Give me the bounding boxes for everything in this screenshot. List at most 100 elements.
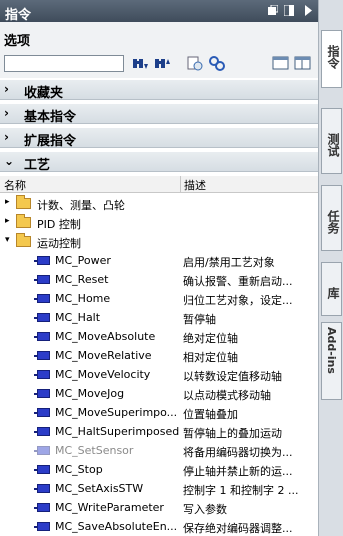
instruction-name: MC_Stop xyxy=(55,463,103,476)
instruction-row[interactable]: MC_SetSensor 将备用编码器切换为... xyxy=(0,441,318,460)
tab-tasks-label: 任务 xyxy=(326,210,340,234)
instruction-row[interactable]: MC_Stop 停止轴并禁止新的运... xyxy=(0,460,318,479)
instruction-row[interactable]: MC_MoveAbsolute 绝对定位轴 xyxy=(0,327,318,346)
instruction-desc: 绝对定位轴 xyxy=(183,332,238,345)
section-favorites-label: 收藏夹 xyxy=(24,86,64,101)
column-desc-header[interactable]: 描述 xyxy=(184,177,206,193)
function-block-icon xyxy=(34,427,50,436)
version-select-icon[interactable] xyxy=(186,55,204,72)
section-basic-instructions[interactable]: › 基本指令 xyxy=(0,104,318,125)
instruction-row[interactable]: MC_MoveVelocity 以转数设定值移动轴 xyxy=(0,365,318,384)
instruction-desc: 位置轴叠加 xyxy=(183,408,238,421)
expand-arrow-icon[interactable]: ▸ xyxy=(5,197,10,207)
folder-row[interactable]: ▸ 计数、测量、凸轮 xyxy=(0,194,318,213)
section-favorites[interactable]: › 收藏夹 xyxy=(0,80,318,101)
folder-row[interactable]: ▸ PID 控制 xyxy=(0,213,318,232)
panel-title: 指令 xyxy=(5,8,32,23)
instruction-desc: 暂停轴上的叠加运动 xyxy=(183,427,282,440)
search-up-icon[interactable] xyxy=(153,55,171,72)
search-down-icon[interactable] xyxy=(131,55,149,72)
tab-testing[interactable]: 测试 xyxy=(321,108,342,174)
instruction-name: MC_WriteParameter xyxy=(55,501,164,514)
instruction-desc: 保存绝对编码器调整... xyxy=(183,522,293,535)
function-block-icon xyxy=(34,351,50,360)
layout-toggle-icon[interactable] xyxy=(284,5,294,16)
options-pane: 选项 xyxy=(0,22,318,78)
instruction-row[interactable]: MC_Power 启用/禁用工艺对象 xyxy=(0,251,318,270)
function-block-icon xyxy=(34,332,50,341)
instruction-row[interactable]: MC_MoveSuperimpo... 位置轴叠加 xyxy=(0,403,318,422)
function-block-icon xyxy=(34,408,50,417)
view-list-icon[interactable] xyxy=(272,55,290,72)
instruction-desc: 写入参数 xyxy=(183,503,227,516)
function-block-icon xyxy=(34,313,50,322)
instruction-name: MC_Halt xyxy=(55,311,101,324)
instruction-name: MC_HaltSuperimposed xyxy=(55,425,179,438)
instruction-desc: 启用/禁用工艺对象 xyxy=(183,256,275,269)
instruction-name: MC_SetAxisSTW xyxy=(55,482,144,495)
tab-testing-label: 测试 xyxy=(326,133,340,157)
instruction-row[interactable]: MC_Reset 确认报警、重新启动... xyxy=(0,270,318,289)
instruction-name: MC_Power xyxy=(55,254,111,267)
instruction-desc: 以点动模式移动轴 xyxy=(183,389,271,402)
folder-open-icon xyxy=(16,233,31,247)
function-block-icon xyxy=(34,503,50,512)
column-name-header[interactable]: 名称 xyxy=(4,177,26,193)
expand-arrow-icon[interactable]: ▸ xyxy=(5,216,10,226)
float-window-icon[interactable] xyxy=(268,5,278,16)
instruction-name: MC_MoveRelative xyxy=(55,349,152,362)
section-extended-label: 扩展指令 xyxy=(24,134,77,149)
tab-instructions-label: 指令 xyxy=(326,45,340,69)
folder-label: 计数、测量、凸轮 xyxy=(37,199,125,212)
folder-label: PID 控制 xyxy=(37,218,81,231)
tab-add-ins[interactable]: Add-ins xyxy=(321,322,342,400)
function-block-icon xyxy=(34,294,50,303)
collapse-arrow-icon[interactable]: ▾ xyxy=(5,235,10,245)
section-technology[interactable]: ⌄ 工艺 xyxy=(0,152,318,173)
tab-instructions[interactable]: 指令 xyxy=(321,30,342,88)
instruction-desc: 暂停轴 xyxy=(183,313,216,326)
instruction-row[interactable]: MC_HaltSuperimposed 暂停轴上的叠加运动 xyxy=(0,422,318,441)
tab-tasks[interactable]: 任务 xyxy=(321,185,342,251)
search-input[interactable] xyxy=(4,55,124,72)
chevron-right-icon: › xyxy=(4,106,9,120)
instruction-desc: 确认报警、重新启动... xyxy=(183,275,293,288)
function-block-icon xyxy=(34,275,50,284)
function-block-icon xyxy=(34,465,50,474)
instruction-desc: 以转数设定值移动轴 xyxy=(183,370,282,383)
instruction-desc: 相对定位轴 xyxy=(183,351,238,364)
instruction-row[interactable]: MC_MoveJog 以点动模式移动轴 xyxy=(0,384,318,403)
function-block-icon xyxy=(34,256,50,265)
function-block-icon xyxy=(34,389,50,398)
instruction-name: MC_MoveVelocity xyxy=(55,368,151,381)
instruction-name: MC_MoveAbsolute xyxy=(55,330,156,343)
section-extended-instructions[interactable]: › 扩展指令 xyxy=(0,128,318,149)
instruction-row[interactable]: MC_Home 归位工艺对象，设定... xyxy=(0,289,318,308)
instruction-row[interactable]: MC_WriteParameter 写入参数 xyxy=(0,498,318,517)
instruction-name: MC_Reset xyxy=(55,273,109,286)
view-detail-icon[interactable] xyxy=(294,55,312,72)
instruction-name: MC_SaveAbsoluteEn... xyxy=(55,520,178,533)
settings-icon[interactable] xyxy=(208,55,226,72)
function-block-icon xyxy=(34,484,50,493)
folder-label: 运动控制 xyxy=(37,237,81,250)
instruction-name: MC_Home xyxy=(55,292,111,305)
instruction-row[interactable]: MC_SetAxisSTW 控制字 1 和控制字 2 ... xyxy=(0,479,318,498)
collapse-arrow-icon[interactable] xyxy=(303,5,313,16)
chevron-right-icon: › xyxy=(4,82,9,96)
instruction-name: MC_MoveSuperimpo... xyxy=(55,406,178,419)
instruction-row[interactable]: MC_MoveRelative 相对定位轴 xyxy=(0,346,318,365)
instruction-desc: 停止轴并禁止新的运... xyxy=(183,465,293,478)
tab-add-ins-label: Add-ins xyxy=(325,327,338,374)
table-header: 名称 描述 xyxy=(0,176,318,193)
function-block-icon xyxy=(34,370,50,379)
tab-libraries[interactable]: 库 xyxy=(321,262,342,316)
column-divider[interactable] xyxy=(180,176,181,193)
function-block-icon xyxy=(34,446,50,455)
instruction-desc: 归位工艺对象，设定... xyxy=(183,294,293,307)
instruction-row[interactable]: MC_Halt 暂停轴 xyxy=(0,308,318,327)
instruction-row[interactable]: MC_SaveAbsoluteEn... 保存绝对编码器调整... xyxy=(0,517,318,536)
instruction-desc: 控制字 1 和控制字 2 ... xyxy=(183,484,299,497)
folder-row[interactable]: ▾ 运动控制 xyxy=(0,232,318,251)
options-label: 选项 xyxy=(4,34,31,49)
